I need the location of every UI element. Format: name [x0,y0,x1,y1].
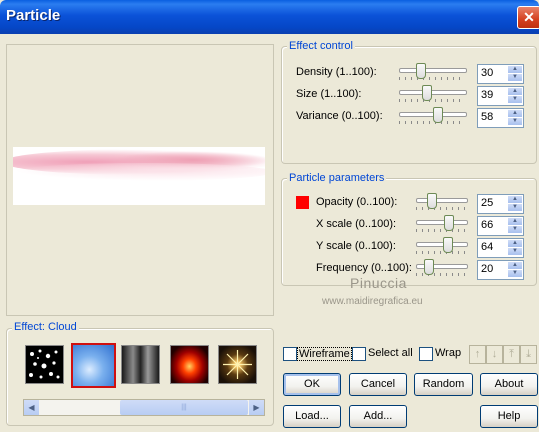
scroll-thumb[interactable]: ||| [120,400,248,415]
ec-density-slider-track[interactable] [399,68,467,73]
effect-thumb-cloud[interactable] [71,343,116,388]
spin-down-icon[interactable]: ▼ [508,74,522,81]
pp-x-scale-slider-ticks [416,229,466,232]
preview-panel [6,44,274,316]
effect-thumb-sparkle[interactable] [218,345,257,384]
ec-variance-value[interactable]: 58 [481,111,493,123]
watermark-name: Pinuccia [350,275,407,291]
effect-thumb-stars[interactable] [25,345,64,384]
select-all-label: Select all [368,347,413,359]
ec-size-spinbox[interactable]: 39 ▲ ▼ [477,86,524,106]
pp-y-scale-slider-ticks [416,251,466,254]
move-top-button[interactable]: ⤒ [503,345,520,364]
spin-arrows[interactable]: ▲ ▼ [508,218,522,234]
pp-frequency-slider-thumb[interactable] [424,259,435,275]
pp-frequency-slider-ticks [416,273,466,276]
load-button[interactable]: Load... [283,405,341,428]
ec-density-spinbox[interactable]: 30 ▲ ▼ [477,64,524,84]
spin-up-icon[interactable]: ▲ [508,262,522,269]
move-bottom-button[interactable]: ⤓ [520,345,537,364]
random-button[interactable]: Random [414,373,473,396]
add-button[interactable]: Add... [349,405,407,428]
pp-opacity-slider-ticks [416,207,466,210]
pp-y-scale-label: Y scale (0..100): [316,240,396,252]
effects-scrollbar[interactable]: ◀ ||| ▶ [23,399,265,416]
wireframe-checkbox[interactable] [283,347,297,361]
ec-density-label: Density (1..100): [296,66,377,78]
ec-variance-slider-ticks [399,121,465,124]
spin-down-icon[interactable]: ▼ [508,270,522,277]
effect-control-legend: Effect control [287,40,355,52]
pp-x-scale-value[interactable]: 66 [481,219,493,231]
help-button[interactable]: Help [480,405,538,428]
ec-size-slider-ticks [399,99,465,102]
pp-frequency-label: Frequency (0..100): [316,262,412,274]
spin-arrows[interactable]: ▲ ▼ [508,196,522,212]
spin-arrows[interactable]: ▲ ▼ [508,240,522,256]
spin-down-icon[interactable]: ▼ [508,204,522,211]
select-all-checkbox[interactable] [352,347,366,361]
spin-up-icon[interactable]: ▲ [508,240,522,247]
spin-arrows[interactable]: ▲ ▼ [508,88,522,104]
ec-density-slider-thumb[interactable] [416,63,427,79]
pp-opacity-label: Opacity (0..100): [316,196,398,208]
pp-x-scale-spinbox[interactable]: 66 ▲ ▼ [477,216,524,236]
title-bar: Particle ✕ [0,0,539,34]
move-up-button[interactable]: ↑ [469,345,486,364]
spin-up-icon[interactable]: ▲ [508,88,522,95]
ok-button[interactable]: OK [283,373,341,396]
pp-y-scale-spinbox[interactable]: 64 ▲ ▼ [477,238,524,258]
particle-color-swatch[interactable] [296,196,309,209]
pp-y-scale-value[interactable]: 64 [481,241,493,253]
pp-x-scale-slider-track[interactable] [416,220,468,225]
spin-up-icon[interactable]: ▲ [508,218,522,225]
wrap-checkbox[interactable] [419,347,433,361]
wrap-label: Wrap [435,347,462,359]
scroll-right-button[interactable]: ▶ [249,400,264,415]
spin-up-icon[interactable]: ▲ [508,196,522,203]
particle-parameters-legend: Particle parameters [287,172,387,184]
ec-variance-label: Variance (0..100): [296,110,383,122]
pp-frequency-value[interactable]: 20 [481,263,493,275]
spin-arrows[interactable]: ▲ ▼ [508,110,522,126]
spin-arrows[interactable]: ▲ ▼ [508,262,522,278]
wireframe-label: Wireframe [297,347,352,361]
pp-x-scale-label: X scale (0..100): [316,218,397,230]
effect-thumb-smoke[interactable] [121,345,160,384]
close-button[interactable]: ✕ [517,6,539,29]
window-title: Particle [6,7,61,24]
watermark-url: www.maidiregrafica.eu [322,296,423,307]
pp-opacity-spinbox[interactable]: 25 ▲ ▼ [477,194,524,214]
pp-x-scale-slider-thumb[interactable] [443,215,454,231]
pp-y-scale-slider-thumb[interactable] [442,237,453,253]
move-down-button[interactable]: ↓ [486,345,503,364]
effect-thumb-fire[interactable] [170,345,209,384]
cancel-button[interactable]: Cancel [349,373,407,396]
effects-legend: Effect: Cloud [12,321,79,333]
about-button[interactable]: About [480,373,538,396]
ec-variance-spinbox[interactable]: 58 ▲ ▼ [477,108,524,128]
ec-size-label: Size (1..100): [296,88,362,100]
ec-size-slider-track[interactable] [399,90,467,95]
spin-up-icon[interactable]: ▲ [508,66,522,73]
pp-opacity-value[interactable]: 25 [481,197,493,209]
ec-size-value[interactable]: 39 [481,89,493,101]
ec-variance-slider-thumb[interactable] [432,107,443,123]
preview-image [13,147,265,205]
spin-down-icon[interactable]: ▼ [508,248,522,255]
spin-down-icon[interactable]: ▼ [508,96,522,103]
pp-opacity-slider-track[interactable] [416,198,468,203]
spin-down-icon[interactable]: ▼ [508,226,522,233]
spin-arrows[interactable]: ▲ ▼ [508,66,522,82]
scroll-left-button[interactable]: ◀ [24,400,39,415]
pp-opacity-slider-thumb[interactable] [426,193,437,209]
pp-frequency-spinbox[interactable]: 20 ▲ ▼ [477,260,524,280]
spin-up-icon[interactable]: ▲ [508,110,522,117]
ec-density-value[interactable]: 30 [481,67,493,79]
spin-down-icon[interactable]: ▼ [508,118,522,125]
ec-density-slider-ticks [399,77,465,80]
ec-size-slider-thumb[interactable] [421,85,432,101]
